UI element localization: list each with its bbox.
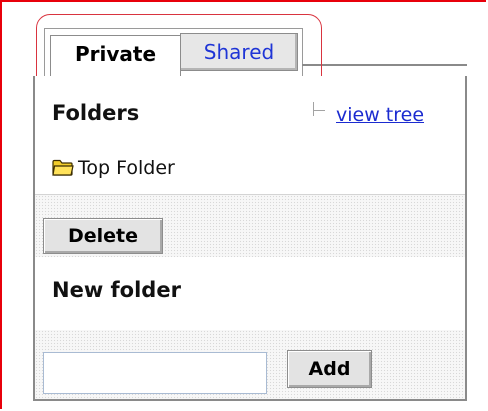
tree-icon — [312, 102, 326, 116]
tab-shared[interactable]: Shared — [180, 33, 298, 71]
delete-button[interactable]: Delete — [43, 218, 163, 254]
add-folder-button[interactable]: Add — [287, 350, 372, 388]
new-folder-name-input[interactable] — [43, 352, 267, 394]
new-folder-heading: New folder — [52, 278, 181, 302]
folder-icon — [52, 159, 74, 176]
tab-private[interactable]: Private — [50, 35, 181, 77]
folder-item-label: Top Folder — [78, 157, 175, 179]
view-tree-link[interactable]: view tree — [336, 104, 424, 126]
folders-heading: Folders — [52, 101, 140, 125]
tab-baseline-rule — [302, 64, 467, 66]
folder-item-top-folder[interactable]: Top Folder — [52, 157, 175, 179]
view-tree-control: view tree — [312, 102, 424, 126]
